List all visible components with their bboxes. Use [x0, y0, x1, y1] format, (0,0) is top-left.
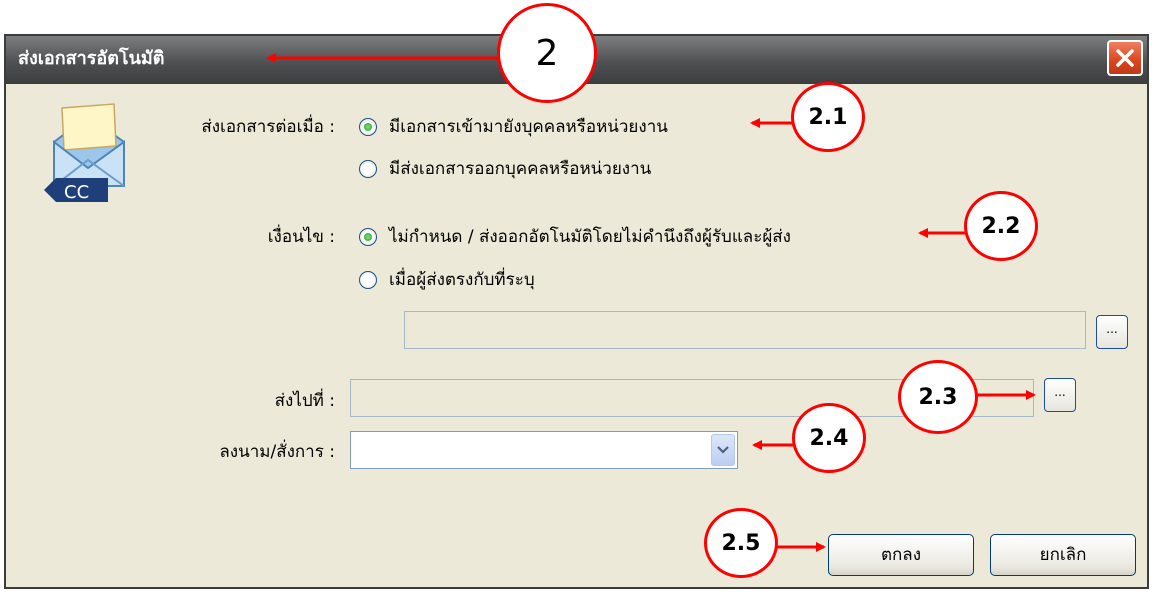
callout-2-4: 2.4 [792, 403, 866, 473]
callout-2: 2 [497, 3, 597, 103]
callout-2-2: 2.2 [964, 191, 1038, 261]
callout-2-5: 2.5 [704, 508, 778, 578]
callout-2-3: 2.3 [898, 360, 978, 434]
callout-2-1: 2.1 [791, 82, 865, 152]
